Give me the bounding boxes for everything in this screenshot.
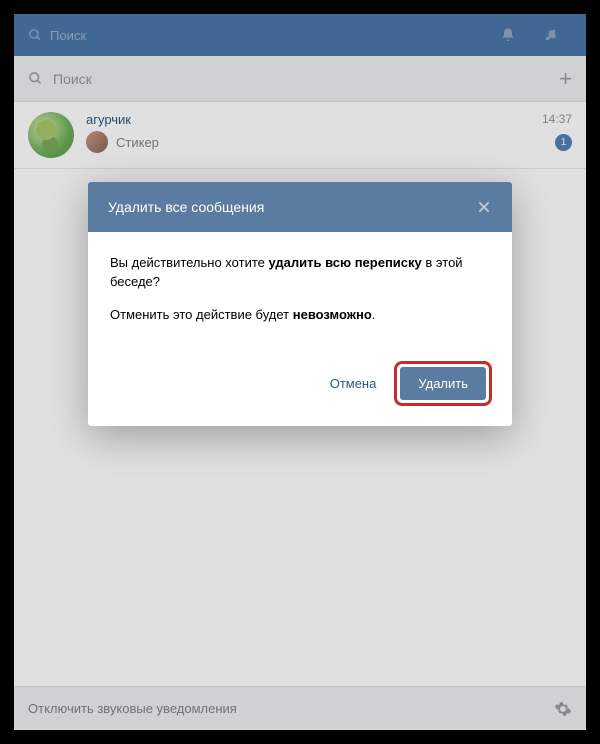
- gear-icon[interactable]: [554, 700, 572, 718]
- conversation-item[interactable]: агурчик 14:37 Стикер 1: [14, 102, 586, 169]
- conversation-search-bar: Поиск +: [14, 56, 586, 102]
- bell-icon[interactable]: [500, 27, 516, 43]
- mute-notifications-link[interactable]: Отключить звуковые уведомления: [28, 701, 554, 716]
- sender-avatar: [86, 131, 108, 153]
- close-icon[interactable]: [476, 199, 492, 215]
- dialog-text-line2: Отменить это действие будет невозможно.: [110, 306, 490, 325]
- message-preview: Стикер: [116, 135, 555, 150]
- dialog-footer: Отмена Удалить: [88, 357, 512, 426]
- highlight-annotation: Удалить: [394, 361, 492, 406]
- dialog-header: Удалить все сообщения: [88, 182, 512, 232]
- conversation-name: агурчик: [86, 112, 131, 127]
- top-search-input[interactable]: Поиск: [50, 28, 86, 43]
- conversation-time: 14:37: [542, 112, 572, 127]
- dialog-body: Вы действительно хотите удалить всю пере…: [88, 232, 512, 357]
- dialog-text-line1: Вы действительно хотите удалить всю пере…: [110, 254, 490, 292]
- search-icon[interactable]: [28, 28, 42, 42]
- top-navbar: Поиск: [14, 14, 586, 56]
- footer-bar: Отключить звуковые уведомления: [14, 686, 586, 730]
- delete-dialog: Удалить все сообщения Вы действительно х…: [88, 182, 512, 426]
- new-conversation-button[interactable]: +: [559, 66, 572, 92]
- music-icon[interactable]: [544, 27, 558, 43]
- dialog-title: Удалить все сообщения: [108, 199, 476, 215]
- cancel-button[interactable]: Отмена: [326, 368, 381, 399]
- search-icon: [28, 71, 43, 86]
- conversation-search-input[interactable]: Поиск: [53, 71, 559, 87]
- unread-badge: 1: [555, 134, 572, 151]
- delete-button[interactable]: Удалить: [400, 367, 486, 400]
- conversation-avatar: [28, 112, 74, 158]
